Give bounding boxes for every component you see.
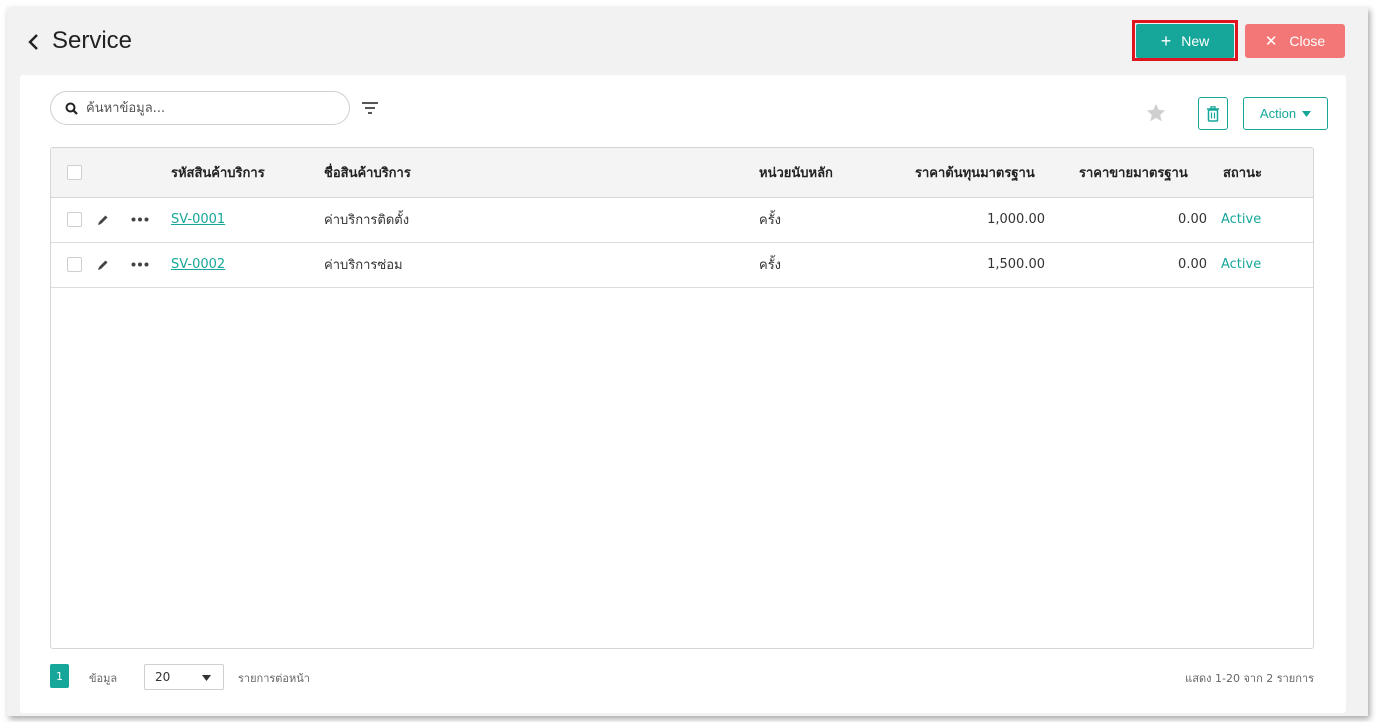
delete-button[interactable] — [1198, 97, 1228, 130]
new-button-label: New — [1181, 33, 1210, 49]
table-header-row: รหัสสินค้าบริการ ชื่อสินค้าบริการ หน่วยน… — [51, 148, 1313, 198]
service-table: รหัสสินค้าบริการ ชื่อสินค้าบริการ หน่วยน… — [50, 147, 1314, 649]
page-number-button[interactable]: 1 — [50, 664, 69, 688]
caret-down-icon — [202, 675, 211, 681]
status-badge: Active — [1215, 242, 1313, 288]
column-header-unit[interactable]: หน่วยนับหลัก — [759, 148, 899, 198]
service-unit: ครั้ง — [759, 197, 899, 243]
page-header: Service + New ✕ Close — [7, 7, 1368, 75]
star-icon[interactable] — [1145, 102, 1167, 124]
column-header-price[interactable]: ราคาขายมาตรฐาน — [1057, 148, 1215, 198]
row-checkbox[interactable] — [67, 257, 82, 272]
service-price: 0.00 — [1057, 242, 1215, 288]
action-button[interactable]: Action — [1243, 97, 1328, 130]
pencil-icon[interactable] — [96, 213, 110, 227]
status-badge: Active — [1215, 197, 1313, 243]
service-unit: ครั้ง — [759, 242, 899, 288]
search-box[interactable] — [50, 91, 350, 125]
per-page-value: 20 — [155, 670, 171, 684]
table-row: SV-0001 ค่าบริการติดตั้ง ครั้ง 1,000.00 … — [51, 197, 1313, 243]
chevron-left-icon — [28, 34, 38, 50]
content-panel: Action — [20, 75, 1346, 713]
column-header-code[interactable]: รหัสสินค้าบริการ — [171, 148, 324, 198]
close-icon: ✕ — [1264, 32, 1278, 50]
back-button[interactable] — [24, 31, 42, 53]
service-code-link[interactable]: SV-0001 — [171, 212, 225, 227]
service-name: ค่าบริการซ่อม — [324, 242, 759, 288]
new-button[interactable]: + New — [1136, 24, 1234, 58]
pagination-bar: 1 ข้อมูล 20 รายการต่อหน้า แสดง 1-20 จาก … — [50, 664, 1314, 690]
select-all-checkbox[interactable] — [67, 164, 82, 180]
filter-icon[interactable] — [361, 100, 379, 116]
action-button-label: Action — [1259, 106, 1297, 121]
service-cost: 1,000.00 — [899, 197, 1057, 243]
column-header-cost[interactable]: ราคาต้นทุนมาตรฐาน — [899, 148, 1057, 198]
per-page-label: รายการต่อหน้า — [238, 672, 310, 685]
column-header-status[interactable]: สถานะ — [1215, 148, 1313, 198]
page-title: Service — [52, 27, 133, 54]
service-cost: 1,500.00 — [899, 242, 1057, 288]
app-window: Service + New ✕ Close ค้นหาข้อมูล... Act… — [7, 7, 1368, 716]
more-options-icon[interactable] — [131, 262, 149, 267]
pagination-summary: แสดง 1-20 จาก 2 รายการ — [1185, 672, 1314, 685]
row-checkbox[interactable] — [67, 212, 82, 227]
service-price: 0.00 — [1057, 197, 1215, 243]
trash-icon — [1207, 105, 1219, 122]
plus-icon: + — [1160, 31, 1172, 51]
data-label: ข้อมูล — [89, 672, 118, 685]
service-name: ค่าบริการติดตั้ง — [324, 197, 759, 243]
caret-down-icon — [1302, 110, 1312, 117]
column-header-name[interactable]: ชื่อสินค้าบริการ — [324, 148, 759, 198]
service-code-link[interactable]: SV-0002 — [171, 257, 225, 272]
search-icon — [65, 102, 78, 115]
search-input[interactable] — [86, 100, 326, 116]
close-button[interactable]: ✕ Close — [1245, 24, 1345, 58]
close-button-label: Close — [1289, 33, 1326, 49]
per-page-select[interactable]: 20 — [144, 664, 224, 690]
table-row: SV-0002 ค่าบริการซ่อม ครั้ง 1,500.00 0.0… — [51, 242, 1313, 288]
more-options-icon[interactable] — [131, 217, 149, 222]
pencil-icon[interactable] — [96, 258, 110, 272]
